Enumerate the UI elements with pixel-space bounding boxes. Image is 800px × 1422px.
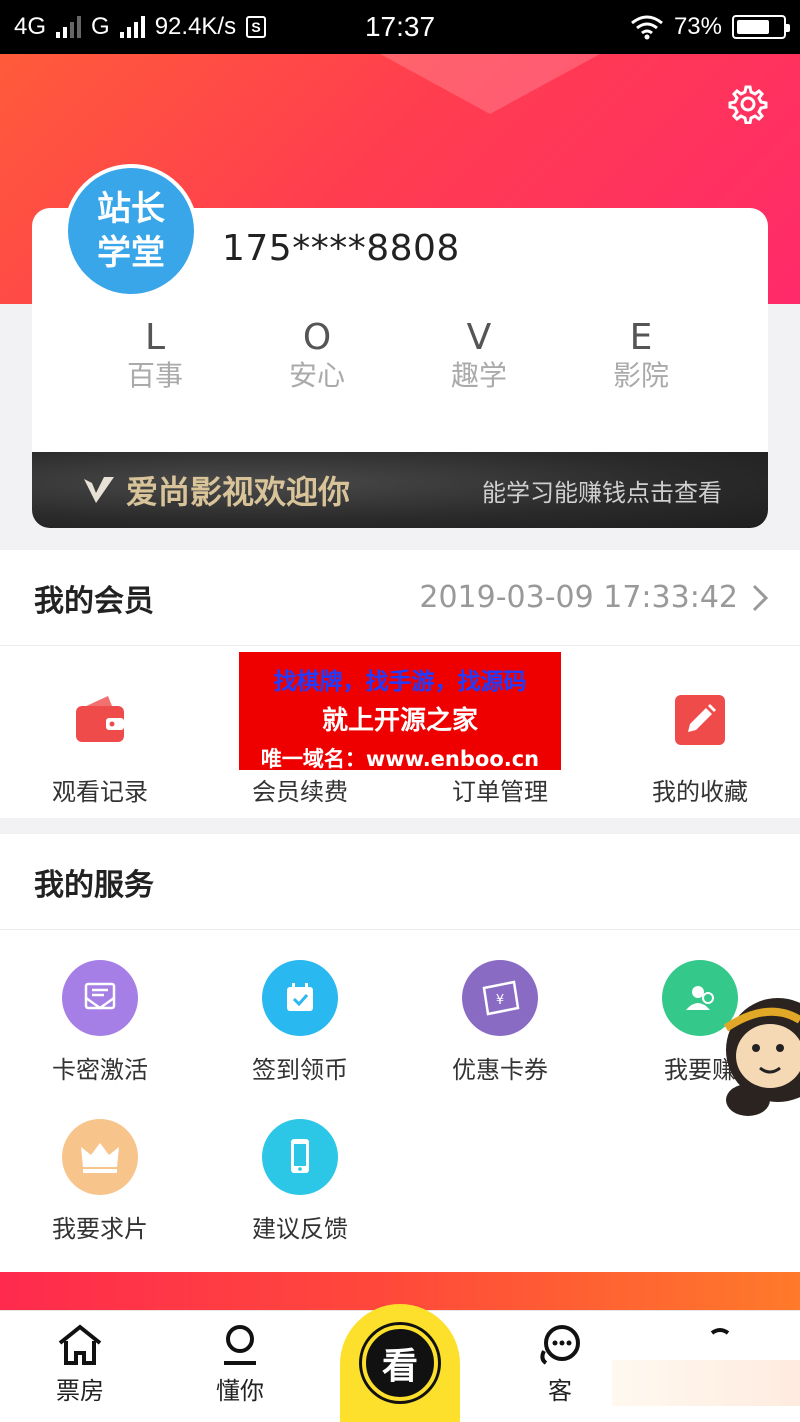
signal-icon	[56, 16, 82, 38]
v-logo-icon	[84, 477, 114, 503]
welcome-banner-title: 爱尚影视欢迎你	[126, 473, 351, 511]
love-word: 安心	[288, 359, 345, 392]
signal-icon-2	[119, 16, 145, 38]
status-bar: 4G G 92.4K/s S 17:37 73%	[0, 0, 800, 54]
battery-icon	[732, 15, 790, 39]
membership-item-favorites[interactable]: 我的收藏	[600, 682, 800, 807]
membership-header[interactable]: 我的会员 2019-03-09 17:33:42	[0, 550, 800, 646]
user-phone: 175****8808	[222, 228, 460, 269]
watermark-overlay	[612, 1360, 800, 1406]
love-letter: E	[629, 317, 653, 358]
services-header: 我的服务	[0, 834, 800, 930]
coupon-icon: ¥	[462, 960, 538, 1036]
membership-expiry-group: 2019-03-09 17:33:42	[419, 580, 768, 615]
service-item-label: 优惠卡券	[452, 1056, 548, 1084]
watch-icon: 看	[362, 1325, 438, 1401]
membership-expiry: 2019-03-09 17:33:42	[419, 580, 738, 615]
love-item-v: V 趣学	[398, 318, 560, 394]
ad-line-2: 就上开源之家	[321, 706, 478, 736]
home-icon	[58, 1324, 102, 1365]
membership-item-history[interactable]: 观看记录	[0, 682, 200, 807]
tab-label: 懂你	[216, 1377, 264, 1405]
edit-icon	[662, 682, 738, 758]
love-item-l: L 百事	[74, 318, 236, 394]
tab-box-office[interactable]: 票房	[0, 1311, 160, 1422]
services-title: 我的服务	[34, 867, 154, 903]
network-speed: 92.4K/s	[154, 13, 237, 40]
network-label-g: G	[91, 13, 110, 40]
ad-line-1: 找棋牌，找手游，找源码	[273, 669, 527, 695]
chat-icon	[540, 1325, 580, 1365]
services-section: 我的服务 卡密激活 签到领币 ¥ 优惠卡券 我要赚 我要求片 建议反馈	[0, 834, 800, 1272]
service-item-checkin[interactable]: 签到领币	[200, 960, 400, 1085]
tab-label: 客	[548, 1377, 572, 1405]
service-item-label: 我要求片	[52, 1215, 148, 1243]
service-item-card-activate[interactable]: 卡密激活	[0, 960, 200, 1085]
love-word: 百事	[126, 359, 183, 392]
love-letter: O	[302, 317, 332, 358]
tab-label: 票房	[56, 1377, 104, 1405]
ad-line-3: 唯一域名：www.enboo.cn	[260, 747, 540, 771]
calendar-check-icon	[262, 960, 338, 1036]
battery-percent: 73%	[673, 13, 722, 40]
settings-gear-icon[interactable]	[728, 84, 768, 124]
person-icon	[224, 1325, 256, 1365]
service-item-label: 建议反馈	[252, 1215, 348, 1243]
welcome-banner-link[interactable]: 能学习能赚钱点击查看	[482, 473, 722, 508]
status-bar-right: 73%	[630, 13, 790, 41]
love-word: 影院	[612, 359, 669, 392]
avatar[interactable]: 站长 学堂	[64, 164, 198, 298]
status-bar-left: 4G G 92.4K/s S	[14, 13, 267, 41]
love-item-e: E 影院	[560, 318, 722, 394]
phone-icon	[262, 1119, 338, 1195]
sim-icon: S	[246, 16, 267, 38]
love-row: L 百事 O 安心 V 趣学 E 影院	[32, 318, 768, 394]
membership-item-label: 观看记录	[52, 778, 148, 806]
chevron-right-icon	[752, 584, 768, 611]
mail-card-icon	[62, 960, 138, 1036]
service-item-label: 签到领币	[252, 1056, 348, 1084]
welcome-banner-title-group: 爱尚影视欢迎你	[82, 467, 350, 513]
membership-title: 我的会员	[34, 583, 154, 619]
header-decoration	[380, 54, 600, 114]
avatar-text-line2: 学堂	[97, 233, 165, 273]
love-item-o: O 安心	[236, 318, 398, 394]
avatar-text-line1: 站长	[97, 189, 165, 229]
love-word: 趣学	[450, 359, 507, 392]
membership-item-label: 会员续费	[252, 778, 348, 806]
battery-fill	[737, 20, 770, 34]
welcome-banner[interactable]: 爱尚影视欢迎你 能学习能赚钱点击查看	[32, 452, 768, 528]
service-item-feedback[interactable]: 建议反馈	[200, 1119, 400, 1244]
service-item-request[interactable]: 我要求片	[0, 1119, 200, 1244]
svg-text:¥: ¥	[496, 993, 504, 1008]
network-label-4g: 4G	[14, 13, 47, 40]
tab-watch[interactable]: 看	[340, 1304, 460, 1422]
service-item-coupons[interactable]: ¥ 优惠卡券	[400, 960, 600, 1085]
service-item-label: 卡密激活	[52, 1056, 148, 1084]
wallet-icon	[62, 682, 138, 758]
crown-icon	[62, 1119, 138, 1195]
ad-overlay[interactable]: 找棋牌，找手游，找源码 就上开源之家 唯一域名：www.enboo.cn	[239, 652, 561, 771]
wifi-icon	[631, 15, 663, 40]
love-letter: V	[466, 317, 492, 358]
membership-item-label: 我的收藏	[652, 778, 748, 806]
monkey-mascot-icon[interactable]	[718, 990, 800, 1120]
tab-know-you[interactable]: 懂你	[160, 1311, 320, 1422]
love-letter: L	[144, 317, 166, 358]
services-grid: 卡密激活 签到领币 ¥ 优惠卡券 我要赚 我要求片 建议反馈	[0, 930, 800, 1244]
membership-item-label: 订单管理	[452, 778, 548, 806]
